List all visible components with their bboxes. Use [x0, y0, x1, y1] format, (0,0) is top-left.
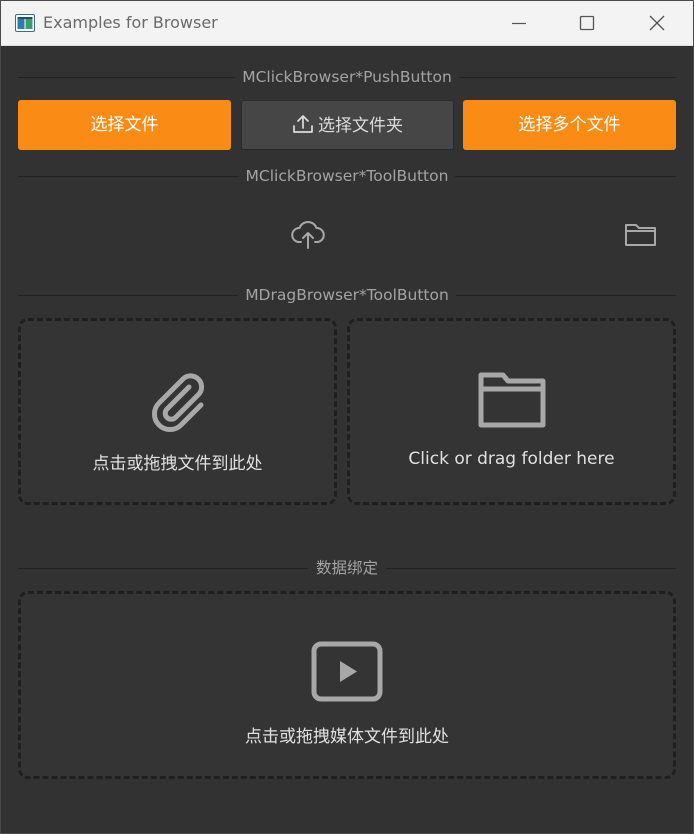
close-button[interactable] — [641, 9, 673, 37]
folder-drop-zone-text: Click or drag folder here — [408, 449, 615, 469]
file-drop-zone[interactable]: 点击或拖拽文件到此处 — [18, 318, 337, 505]
maximize-icon — [579, 15, 595, 31]
window-title: Examples for Browser — [43, 13, 218, 32]
section-divider-tool-button: MClickBrowser*ToolButton — [18, 166, 676, 186]
maximize-button[interactable] — [571, 9, 603, 37]
select-file-button[interactable]: 选择文件 — [18, 100, 231, 150]
file-drop-zone-text: 点击或拖拽文件到此处 — [92, 454, 263, 474]
folder-icon — [625, 224, 656, 246]
section-divider-drag-tool-button: MDragBrowser*ToolButton — [18, 285, 676, 305]
section-title-push-button: MClickBrowser*PushButton — [235, 68, 459, 86]
video-play-icon — [311, 641, 383, 702]
media-drop-zone[interactable]: 点击或拖拽媒体文件到此处 — [18, 591, 676, 779]
select-multiple-files-button[interactable]: 选择多个文件 — [463, 100, 676, 150]
paperclip-icon — [151, 373, 204, 433]
section-divider-data-binding: 数据绑定 — [18, 558, 676, 578]
folder-icon — [478, 372, 545, 428]
upload-tool-button[interactable] — [288, 215, 328, 255]
select-folder-button-label: 选择文件夹 — [318, 116, 403, 136]
cloud-upload-icon — [291, 221, 325, 249]
minimize-icon — [512, 22, 526, 25]
upload-icon — [293, 115, 313, 133]
select-multiple-files-button-label: 选择多个文件 — [518, 115, 621, 135]
title-bar: Examples for Browser — [1, 1, 693, 46]
section-title-data-binding: 数据绑定 — [308, 559, 385, 577]
section-title-drag-tool-button: MDragBrowser*ToolButton — [238, 286, 456, 304]
select-file-button-label: 选择文件 — [90, 115, 159, 135]
section-divider-push-button: MClickBrowser*PushButton — [18, 67, 676, 87]
app-window: Examples for Browser MClickBrowser*PushB… — [0, 0, 694, 834]
section-title-tool-button: MClickBrowser*ToolButton — [238, 167, 456, 185]
minimize-button[interactable] — [503, 9, 535, 37]
media-drop-zone-text: 点击或拖拽媒体文件到此处 — [245, 727, 449, 747]
close-icon — [649, 15, 665, 31]
app-icon — [15, 14, 35, 32]
folder-tool-button[interactable] — [621, 215, 661, 255]
select-folder-button[interactable]: 选择文件夹 — [241, 100, 454, 150]
folder-drop-zone[interactable]: Click or drag folder here — [347, 318, 676, 505]
